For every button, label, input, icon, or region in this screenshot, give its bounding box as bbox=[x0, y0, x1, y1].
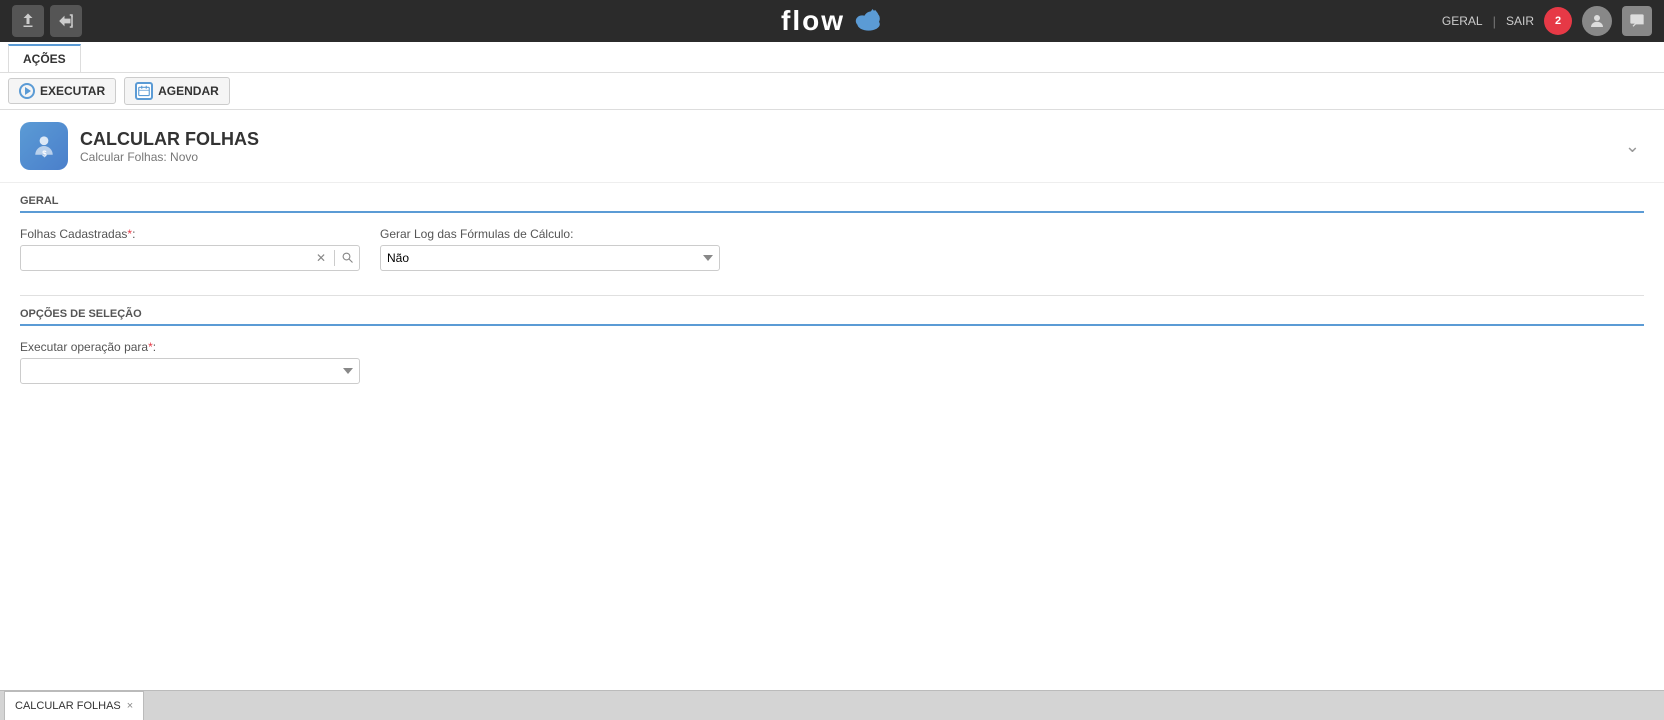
user-avatar[interactable] bbox=[1582, 6, 1612, 36]
page-title-area: CALCULAR FOLHAS Calcular Folhas: Novo bbox=[80, 129, 1621, 164]
chat-icon bbox=[1629, 13, 1645, 29]
opcoes-section-title: OPÇÕES DE SELEÇÃO bbox=[20, 308, 1644, 326]
payroll-icon: $ bbox=[30, 132, 58, 160]
geral-form-row: Folhas Cadastradas*: ✕ Gerar Log bbox=[20, 227, 1644, 271]
folhas-cadastradas-group: Folhas Cadastradas*: ✕ bbox=[20, 227, 360, 271]
folhas-clear-button[interactable]: ✕ bbox=[310, 247, 332, 269]
executar-required-star: * bbox=[148, 340, 153, 354]
gerar-log-label: Gerar Log das Fórmulas de Cálculo: bbox=[380, 227, 720, 241]
notification-button[interactable]: 2 bbox=[1544, 7, 1572, 35]
acoes-tab[interactable]: AÇÕES bbox=[8, 44, 81, 72]
schedule-label: AGENDAR bbox=[158, 84, 219, 98]
bottom-tab-calcular[interactable]: CALCULAR FOLHAS × bbox=[4, 691, 144, 720]
page-subtitle: Calcular Folhas: Novo bbox=[80, 150, 1621, 164]
exit-icon-button[interactable] bbox=[50, 5, 82, 37]
user-icon bbox=[1588, 12, 1606, 30]
folhas-input-container: ✕ bbox=[20, 245, 360, 271]
geral-link[interactable]: GERAL bbox=[1442, 14, 1483, 28]
notification-count: 2 bbox=[1555, 15, 1561, 27]
upload-icon-button[interactable] bbox=[12, 5, 44, 37]
execute-button[interactable]: EXECUTAR bbox=[8, 78, 116, 104]
collapse-button[interactable]: ⌄ bbox=[1621, 132, 1644, 161]
gerar-log-select[interactable]: Não Sim bbox=[380, 245, 720, 271]
action-bar: EXECUTAR AGENDAR bbox=[0, 73, 1664, 110]
schedule-icon bbox=[135, 82, 153, 100]
page-header: $ CALCULAR FOLHAS Calcular Folhas: Novo … bbox=[0, 110, 1664, 183]
folhas-input[interactable] bbox=[21, 246, 310, 270]
executar-group: Executar operação para*: bbox=[20, 340, 360, 384]
main-content: $ CALCULAR FOLHAS Calcular Folhas: Novo … bbox=[0, 110, 1664, 690]
opcoes-form-row: Executar operação para*: bbox=[20, 340, 1644, 384]
folhas-required-star: * bbox=[127, 227, 132, 241]
geral-section-title: GERAL bbox=[20, 195, 1644, 213]
toolbar-tab-bar: AÇÕES bbox=[0, 42, 1664, 73]
execute-label: EXECUTAR bbox=[40, 84, 105, 98]
schedule-button[interactable]: AGENDAR bbox=[124, 77, 230, 105]
executar-select[interactable] bbox=[20, 358, 360, 384]
logo-cloud-svg bbox=[851, 9, 883, 33]
bottom-tab-label: CALCULAR FOLHAS bbox=[15, 700, 121, 712]
play-icon bbox=[19, 83, 35, 99]
opcoes-section: OPÇÕES DE SELEÇÃO Executar operação para… bbox=[0, 296, 1664, 408]
header-left-icons bbox=[12, 5, 82, 37]
sair-link[interactable]: SAIR bbox=[1506, 14, 1534, 28]
top-header: flow GERAL | SAIR 2 bbox=[0, 0, 1664, 42]
chat-button[interactable] bbox=[1622, 6, 1652, 36]
calendar-icon bbox=[138, 85, 150, 97]
page-title: CALCULAR FOLHAS bbox=[80, 129, 1621, 150]
executar-label: Executar operação para*: bbox=[20, 340, 360, 354]
upload-icon bbox=[19, 12, 37, 30]
gerar-log-group: Gerar Log das Fórmulas de Cálculo: Não S… bbox=[380, 227, 720, 271]
folhas-search-button[interactable] bbox=[337, 247, 359, 269]
folhas-label: Folhas Cadastradas*: bbox=[20, 227, 360, 241]
bottom-tab-close[interactable]: × bbox=[127, 701, 133, 712]
geral-section: GERAL Folhas Cadastradas*: ✕ bbox=[0, 183, 1664, 295]
exit-icon bbox=[57, 12, 75, 30]
svg-text:$: $ bbox=[42, 150, 47, 159]
bottom-bar: CALCULAR FOLHAS × bbox=[0, 690, 1664, 720]
search-icon bbox=[342, 252, 354, 264]
logo-text: flow bbox=[781, 5, 845, 37]
header-right-area: GERAL | SAIR 2 bbox=[1442, 6, 1652, 36]
page-icon: $ bbox=[20, 122, 68, 170]
input-separator bbox=[334, 250, 335, 266]
nav-separator: | bbox=[1493, 14, 1496, 29]
app-logo: flow bbox=[781, 5, 883, 37]
